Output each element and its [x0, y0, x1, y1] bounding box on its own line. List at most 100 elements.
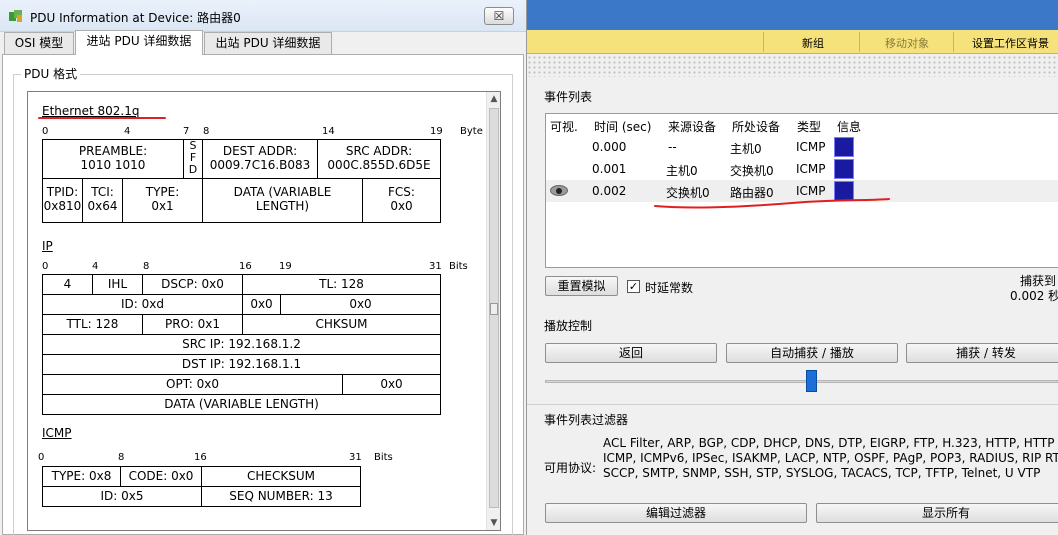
- simulation-panel: 新组 移动对象 设置工作区背景 事件列表 可视. 时间 (sec) 来源设备 所…: [527, 0, 1058, 535]
- field-ihl: IHL: [92, 274, 143, 295]
- field-src-ip: SRC IP: 192.168.1.2: [42, 334, 441, 355]
- field-dst-ip: DST IP: 192.168.1.1: [42, 354, 441, 375]
- field-fcs: FCS: 0x0: [362, 178, 441, 223]
- available-protocols-label: 可用协议:: [544, 461, 597, 475]
- capture-forward-button[interactable]: 捕获 / 转发: [906, 343, 1058, 363]
- tab-inbound-pdu[interactable]: 进站 PDU 详细数据: [75, 30, 203, 55]
- field-icmp-code: CODE: 0x0: [120, 466, 202, 487]
- event-list-label: 事件列表: [544, 90, 593, 104]
- event-at: 交换机0: [730, 164, 774, 178]
- toolbar-separator: [763, 32, 764, 52]
- tab-outbound-pdu[interactable]: 出站 PDU 详细数据: [204, 32, 332, 54]
- field-data: DATA (VARIABLE LENGTH): [202, 178, 363, 223]
- event-time: 0.000: [592, 140, 627, 154]
- vertical-scrollbar[interactable]: ▲ ▼: [486, 92, 500, 530]
- workspace-title-bar: [527, 0, 1058, 30]
- title-bar[interactable]: PDU Information at Device: 路由器0 ☒: [0, 0, 526, 32]
- event-type: ICMP: [796, 140, 826, 154]
- scroll-grip-icon: [490, 303, 498, 315]
- captured-time: 0.002 秒: [1010, 289, 1058, 303]
- field-sfd: S F D: [183, 139, 203, 179]
- event-from: --: [668, 140, 677, 154]
- bit-label: 16: [194, 452, 207, 463]
- field-flags: 0x0: [242, 294, 281, 315]
- bit-label: 19: [430, 126, 443, 137]
- icmp-section-title: ICMP: [42, 426, 72, 440]
- scroll-thumb[interactable]: [489, 108, 499, 508]
- window-title: PDU Information at Device: 路由器0: [30, 11, 241, 25]
- bit-label: 8: [203, 126, 210, 137]
- col-info[interactable]: 信息: [837, 118, 861, 135]
- event-from: 主机0: [666, 164, 698, 178]
- playback-control-label: 播放控制: [544, 319, 593, 333]
- field-id: ID: 0xd: [42, 294, 243, 315]
- show-all-button[interactable]: 显示所有: [816, 503, 1058, 523]
- field-tpid: TPID: 0x810: [42, 178, 83, 223]
- bit-label: 0: [38, 452, 45, 463]
- field-checksum: CHKSUM: [242, 314, 441, 335]
- set-background-button[interactable]: 设置工作区背景: [972, 35, 1049, 51]
- bit-label: 8: [143, 261, 150, 272]
- pdu-format-label: PDU 格式: [21, 65, 81, 82]
- field-icmp-type: TYPE: 0x8: [42, 466, 121, 487]
- field-ip-data: DATA (VARIABLE LENGTH): [42, 394, 441, 415]
- bit-label: 31: [429, 261, 442, 272]
- col-visible[interactable]: 可视.: [550, 118, 578, 135]
- ethernet-section-title: Ethernet 802.1q: [42, 104, 140, 118]
- bit-label: 4: [124, 126, 131, 137]
- field-version: 4: [42, 274, 93, 295]
- move-object-button[interactable]: 移动对象: [885, 35, 929, 51]
- reset-simulation-button[interactable]: 重置模拟: [545, 276, 618, 296]
- speed-slider-track[interactable]: [545, 380, 1058, 383]
- col-time[interactable]: 时间 (sec): [594, 118, 651, 135]
- event-filter-label: 事件列表过滤器: [544, 413, 629, 427]
- close-button[interactable]: ☒: [484, 7, 514, 25]
- tab-bar: OSI 模型 进站 PDU 详细数据 出站 PDU 详细数据: [4, 30, 524, 55]
- workspace-toolbar: 新组 移动对象 设置工作区背景: [527, 30, 1058, 54]
- field-protocol: PRO: 0x1: [142, 314, 243, 335]
- pdu-format-frame: Ethernet 802.1q 0 4 7 8 14 19 Byte PREAM…: [27, 91, 501, 531]
- event-time: 0.001: [592, 162, 627, 176]
- dotted-divider: [527, 55, 1058, 77]
- col-from[interactable]: 来源设备: [668, 118, 716, 135]
- scroll-down-icon[interactable]: ▼: [487, 516, 500, 530]
- field-padding: 0x0: [342, 374, 441, 395]
- bit-label: 14: [322, 126, 335, 137]
- bit-unit: Bits: [374, 452, 393, 463]
- scroll-up-icon[interactable]: ▲: [487, 92, 500, 106]
- edit-filter-button[interactable]: 编辑过滤器: [545, 503, 807, 523]
- back-button[interactable]: 返回: [545, 343, 717, 363]
- auto-capture-play-button[interactable]: 自动捕获 / 播放: [726, 343, 898, 363]
- event-row[interactable]: 0.000 -- 主机0 ICMP: [546, 136, 1058, 158]
- tab-osi-model[interactable]: OSI 模型: [4, 32, 74, 54]
- ip-section-title: IP: [42, 239, 53, 253]
- field-icmp-checksum: CHECKSUM: [201, 466, 361, 487]
- event-time: 0.002: [592, 184, 627, 198]
- field-tl: TL: 128: [242, 274, 441, 295]
- speed-slider-thumb[interactable]: [806, 370, 817, 392]
- field-ttl: TTL: 128: [42, 314, 143, 335]
- event-row[interactable]: 0.001 主机0 交换机0 ICMP: [546, 158, 1058, 180]
- bit-label: 16: [239, 261, 252, 272]
- new-cluster-button[interactable]: 新组: [802, 35, 824, 51]
- field-preamble: PREAMBLE: 1010 1010: [42, 139, 184, 179]
- bit-unit: Bits: [449, 261, 468, 272]
- red-annotation-scribble: [654, 198, 890, 209]
- event-at: 主机0: [730, 142, 762, 156]
- app-icon: [9, 10, 22, 22]
- protocol-list: ACL Filter, ARP, BGP, CDP, DHCP, DNS, DT…: [603, 436, 1058, 480]
- constant-delay-checkbox[interactable]: ✓: [627, 280, 640, 293]
- icmp-bit-ruler: 0 8 16 31 Bits: [38, 452, 478, 464]
- event-type: ICMP: [796, 162, 826, 176]
- ethernet-byte-ruler: 0 4 7 8 14 19 Byte: [42, 126, 483, 138]
- section-divider: [527, 404, 1058, 405]
- eye-icon: [550, 185, 568, 196]
- bit-label: 31: [349, 452, 362, 463]
- bit-label: 4: [92, 261, 99, 272]
- col-type[interactable]: 类型: [797, 118, 821, 135]
- col-at[interactable]: 所处设备: [732, 118, 780, 135]
- field-dest-addr: DEST ADDR: 0009.7C16.B083: [202, 139, 318, 179]
- event-info-color-button[interactable]: [834, 159, 854, 179]
- event-info-color-button[interactable]: [834, 137, 854, 157]
- event-list-table[interactable]: 可视. 时间 (sec) 来源设备 所处设备 类型 信息 0.000 -- 主机…: [545, 113, 1058, 268]
